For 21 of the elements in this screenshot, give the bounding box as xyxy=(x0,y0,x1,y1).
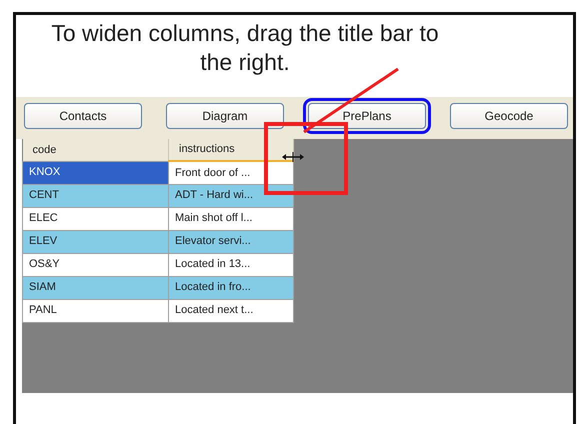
tab-button[interactable]: Diagram xyxy=(166,103,284,129)
tab-button[interactable]: Contacts xyxy=(24,103,142,129)
instruction-caption: To widen columns, drag the title bar to the right. xyxy=(50,19,440,77)
tab-button[interactable]: Geocode xyxy=(450,103,568,129)
column-header[interactable]: instructions xyxy=(168,139,294,161)
table-cell[interactable]: PANL xyxy=(22,299,168,322)
table-cell[interactable]: Front door of ... xyxy=(168,161,294,184)
column-header[interactable]: code xyxy=(22,139,168,161)
table-cell[interactable]: Elevator servi... xyxy=(168,230,294,253)
table-cell[interactable]: ADT - Hard wi... xyxy=(168,184,294,207)
table-cell[interactable]: Main shot off l... xyxy=(168,207,294,230)
table-cell[interactable]: ELEV xyxy=(22,230,168,253)
table-cell[interactable]: Located next t... xyxy=(168,299,294,322)
table-cell[interactable]: SIAM xyxy=(22,276,168,299)
table-cell[interactable]: KNOX xyxy=(22,161,168,184)
table-cell[interactable]: Located in 13... xyxy=(168,253,294,276)
table-cell[interactable]: CENT xyxy=(22,184,168,207)
resize-cursor-icon xyxy=(282,152,304,162)
table-cell[interactable]: OS&Y xyxy=(22,253,168,276)
table-cell[interactable]: Located in fro... xyxy=(168,276,294,299)
table-cell[interactable]: ELEC xyxy=(22,207,168,230)
